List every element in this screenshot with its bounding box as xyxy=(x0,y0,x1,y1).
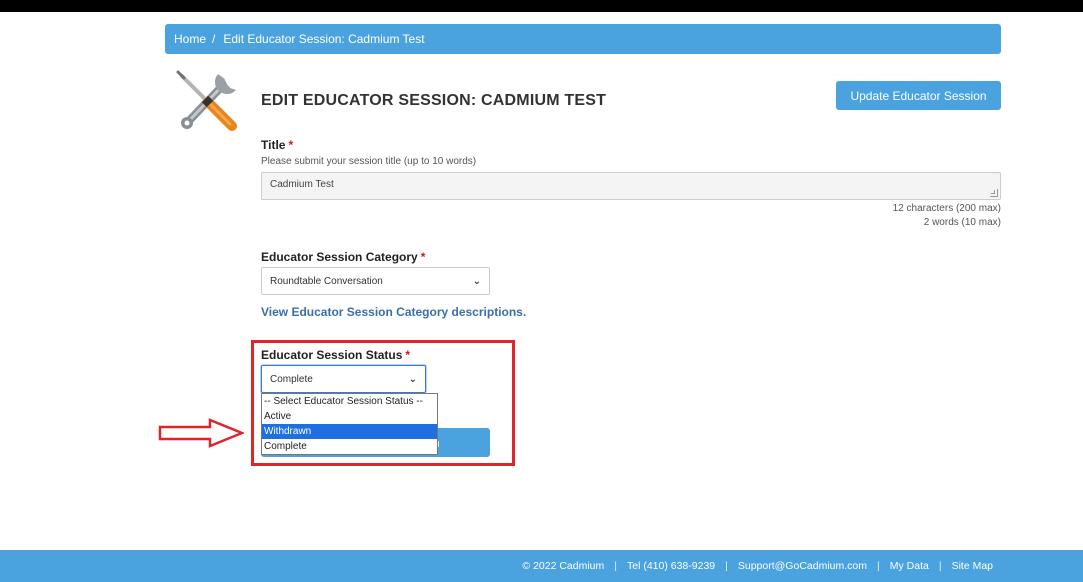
breadcrumb-current: Edit Educator Session: Cadmium Test xyxy=(223,32,425,46)
status-option-withdrawn[interactable]: Withdrawn xyxy=(262,424,437,439)
required-mark: * xyxy=(420,250,426,264)
footer-my-data-link[interactable]: My Data xyxy=(890,560,929,572)
red-arrow-icon xyxy=(158,418,246,448)
breadcrumb-separator: / xyxy=(212,32,216,46)
wrench-screwdriver-icon xyxy=(172,66,244,132)
footer: © 2022 Cadmium | Tel (410) 638-9239 | Su… xyxy=(0,550,1083,582)
title-textarea[interactable]: Cadmium Test xyxy=(261,172,1001,200)
chevron-down-icon: ⌄ xyxy=(472,275,481,287)
category-label-text: Educator Session Category xyxy=(261,250,418,264)
footer-separator: | xyxy=(938,560,942,572)
category-select[interactable]: Roundtable Conversation ⌄ xyxy=(261,267,490,295)
footer-copyright: © 2022 Cadmium xyxy=(522,560,605,572)
title-textarea-value: Cadmium Test xyxy=(270,179,334,190)
word-count: 2 words (10 max) xyxy=(923,217,1001,228)
footer-separator: | xyxy=(877,560,880,572)
breadcrumb-home-link[interactable]: Home xyxy=(174,32,206,46)
page-title: EDIT EDUCATOR SESSION: CADMIUM TEST xyxy=(261,92,607,109)
category-select-value: Roundtable Conversation xyxy=(270,275,383,287)
status-option-active[interactable]: Active xyxy=(262,409,437,424)
category-descriptions-link[interactable]: View Educator Session Category descripti… xyxy=(261,305,526,319)
footer-separator: | xyxy=(614,560,617,572)
top-black-bar xyxy=(0,0,1083,12)
required-mark: * xyxy=(288,138,294,152)
resize-handle-icon[interactable] xyxy=(990,189,998,197)
update-educator-session-button[interactable]: Update Educator Session xyxy=(836,81,1001,110)
breadcrumb: Home / Edit Educator Session: Cadmium Te… xyxy=(165,24,1001,54)
status-option-placeholder[interactable]: -- Select Educator Session Status -- xyxy=(262,394,437,409)
footer-separator: | xyxy=(725,560,728,572)
title-label-text: Title xyxy=(261,138,286,152)
title-help-text: Please submit your session title (up to … xyxy=(261,156,477,167)
title-label: Title * xyxy=(261,138,293,152)
status-option-complete[interactable]: Complete xyxy=(262,439,437,454)
character-count: 12 characters (200 max) xyxy=(892,203,1001,214)
footer-email-link[interactable]: Support@GoCadmium.com xyxy=(738,560,867,572)
footer-site-map-link[interactable]: Site Map xyxy=(952,560,993,572)
footer-phone: Tel (410) 638-9239 xyxy=(626,560,716,572)
status-dropdown-list[interactable]: -- Select Educator Session Status -- Act… xyxy=(261,393,438,455)
category-label: Educator Session Category * xyxy=(261,250,425,264)
